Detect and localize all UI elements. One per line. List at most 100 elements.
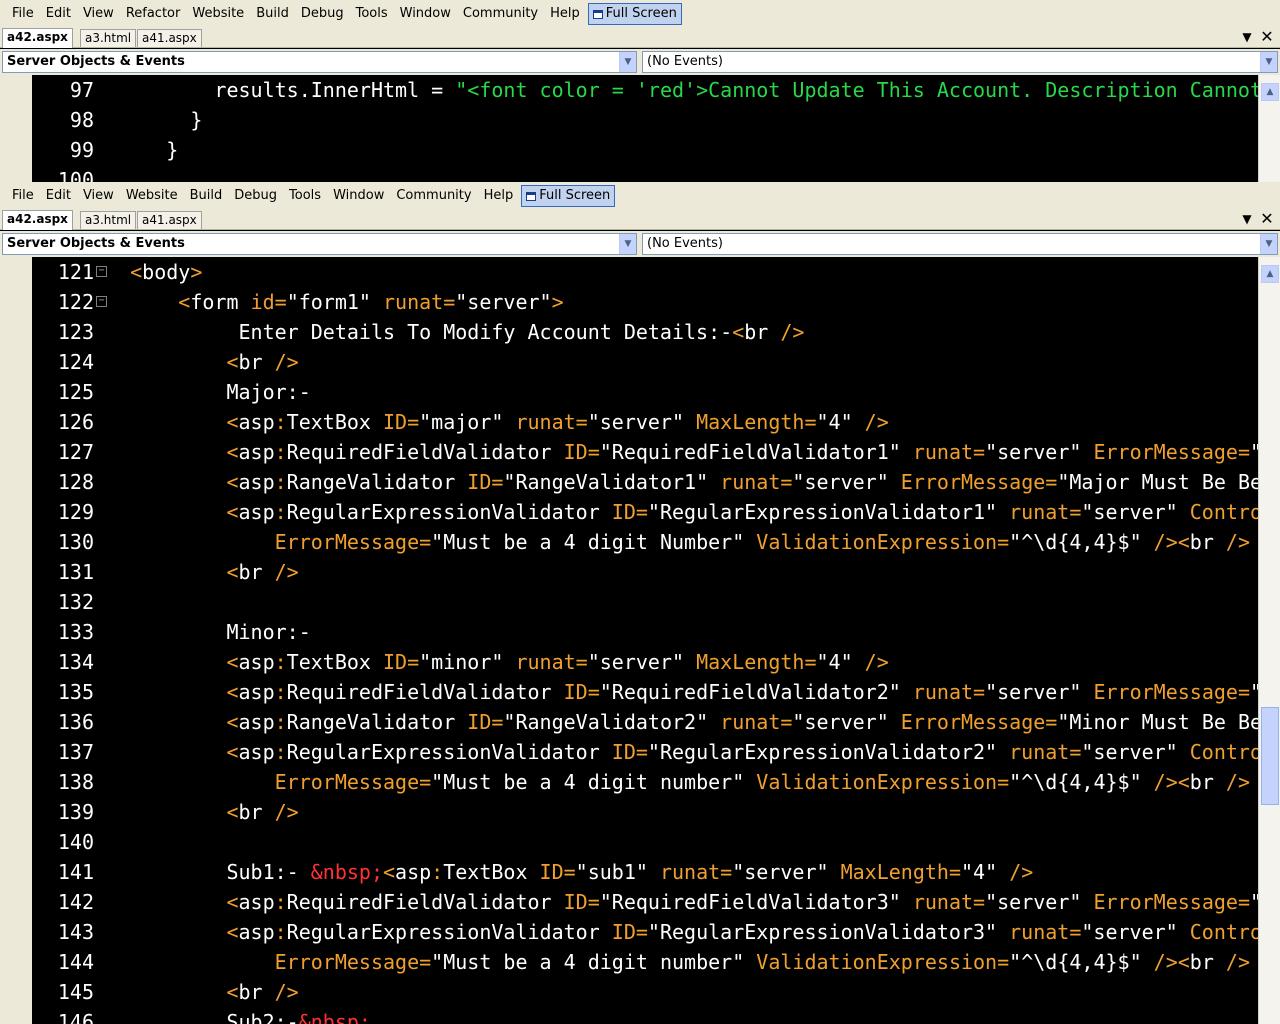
code-line[interactable]: 122 <form id="form1" runat="server">: [32, 287, 564, 317]
scrollbar-thumb[interactable]: [1261, 707, 1279, 805]
chevron-down-icon[interactable]: ▼: [1260, 234, 1277, 254]
code-line[interactable]: 140: [32, 827, 118, 857]
code-line[interactable]: 144 ErrorMessage="Must be a 4 digit numb…: [32, 947, 1250, 977]
code-line[interactable]: 100: [32, 165, 118, 182]
menu-item-edit[interactable]: Edit: [40, 3, 77, 25]
menu-item-tools[interactable]: Tools: [283, 185, 327, 207]
chevron-down-icon[interactable]: ▼: [619, 234, 636, 254]
menu-item-view[interactable]: View: [77, 3, 120, 25]
scroll-up-icon[interactable]: ▲: [1261, 83, 1279, 101]
tab-list-dropdown-icon[interactable]: ▼: [1238, 210, 1256, 230]
menu-item-debug[interactable]: Debug: [295, 3, 350, 25]
code-line[interactable]: 142 <asp:RequiredFieldValidator ID="Requ…: [32, 887, 1258, 917]
code-token: MaxLength=: [696, 650, 817, 674]
code-line[interactable]: 134 <asp:TextBox ID="minor" runat="serve…: [32, 647, 889, 677]
code-line[interactable]: 124 <br />: [32, 347, 299, 377]
code-token: ErrorMessage=: [900, 470, 1058, 494]
menu-item-community[interactable]: Community: [457, 3, 544, 25]
code-line[interactable]: 125 Major:-: [32, 377, 311, 407]
vertical-scrollbar-top[interactable]: ▲: [1258, 75, 1280, 182]
code-line[interactable]: 123 Enter Details To Modify Account Deta…: [32, 317, 805, 347]
code-line[interactable]: 132: [32, 587, 118, 617]
objects-dropdown-top[interactable]: Server Objects & Events ▼: [2, 51, 637, 73]
code-line[interactable]: 130 ErrorMessage="Must be a 4 digit Numb…: [32, 527, 1250, 557]
objects-dropdown-bottom[interactable]: Server Objects & Events ▼: [2, 233, 637, 255]
full-screen-button-bottom[interactable]: Full Screen: [521, 185, 616, 207]
menu-item-website[interactable]: Website: [120, 185, 184, 207]
chevron-down-icon[interactable]: ▼: [1260, 52, 1277, 72]
code-token: "4": [816, 650, 865, 674]
menu-item-build[interactable]: Build: [250, 3, 295, 25]
code-token: runat=: [720, 710, 793, 734]
code-line[interactable]: 141 Sub1:- &nbsp;<asp:TextBox ID="sub1" …: [32, 857, 1033, 887]
code-line[interactable]: 121 <body>: [32, 257, 203, 287]
code-line[interactable]: 128 <asp:RangeValidator ID="RangeValidat…: [32, 467, 1258, 497]
code-token: TextBox: [443, 860, 540, 884]
menu-item-window[interactable]: Window: [327, 185, 390, 207]
code-token: }: [190, 108, 203, 132]
code-line[interactable]: 98 }: [32, 105, 202, 135]
menu-item-tools[interactable]: Tools: [350, 3, 394, 25]
code-line[interactable]: 137 <asp:RegularExpressionValidator ID="…: [32, 737, 1258, 767]
menu-item-window[interactable]: Window: [394, 3, 457, 25]
code-line[interactable]: 97 results.InnerHtml = "<font color = 'r…: [32, 75, 1258, 105]
menu-item-build[interactable]: Build: [184, 185, 229, 207]
full-screen-button-top[interactable]: Full Screen: [587, 3, 682, 25]
code-token: runat=: [383, 290, 456, 314]
events-dropdown-top[interactable]: (No Events) ▼: [642, 51, 1278, 73]
vertical-scrollbar-bottom[interactable]: ▲: [1258, 257, 1280, 1024]
code-line[interactable]: 138 ErrorMessage="Must be a 4 digit numb…: [32, 767, 1250, 797]
tab-a41-aspx[interactable]: a41.aspx: [137, 211, 202, 229]
menu-item-edit[interactable]: Edit: [40, 185, 77, 207]
document-tabs-top: a42.aspx a3.html a41.aspx ▼ ✕: [0, 28, 1280, 48]
code-line[interactable]: 139 <br />: [32, 797, 299, 827]
menu-item-help[interactable]: Help: [544, 3, 586, 25]
menu-item-file[interactable]: File: [6, 3, 40, 25]
code-line[interactable]: 135 <asp:RequiredFieldValidator ID="Requ…: [32, 677, 1258, 707]
code-editor-bottom[interactable]: − − 121 <body> 122 <form id="form1" runat…: [0, 257, 1280, 1024]
code-line[interactable]: 129 <asp:RegularExpressionValidator ID="…: [32, 497, 1258, 527]
code-token: "Must be a 4 digit number": [431, 770, 757, 794]
code-line[interactable]: 99 }: [32, 135, 178, 165]
menu-item-debug[interactable]: Debug: [228, 185, 283, 207]
line-number: 124: [57, 350, 94, 374]
code-token: />: [1225, 530, 1250, 554]
close-tab-icon[interactable]: ✕: [1258, 28, 1276, 48]
code-token: Sub2:-: [226, 1010, 299, 1024]
menu-item-refactor[interactable]: Refactor: [120, 3, 187, 25]
code-token: "server": [1081, 920, 1190, 944]
menu-item-help[interactable]: Help: [478, 185, 520, 207]
code-token: :: [431, 860, 444, 884]
scroll-up-icon[interactable]: ▲: [1261, 265, 1279, 283]
code-line[interactable]: 146 Sub2:-&nbsp;: [32, 1007, 371, 1024]
code-token: asp: [238, 710, 275, 734]
code-line[interactable]: 127 <asp:RequiredFieldValidator ID="Requ…: [32, 437, 1258, 467]
code-editor-top[interactable]: 97 results.InnerHtml = "<font color = 'r…: [0, 75, 1280, 182]
menu-item-website[interactable]: Website: [186, 3, 250, 25]
menu-item-file[interactable]: File: [6, 185, 40, 207]
menu-item-view[interactable]: View: [77, 185, 120, 207]
code-token: "^\d{4,4}$": [1009, 950, 1154, 974]
tab-a42-aspx[interactable]: a42.aspx: [2, 28, 73, 48]
tab-a41-aspx[interactable]: a41.aspx: [137, 29, 202, 47]
menu-item-community[interactable]: Community: [390, 185, 477, 207]
objects-dropdown-value: Server Objects & Events: [7, 54, 185, 69]
tab-a42-aspx[interactable]: a42.aspx: [2, 210, 73, 230]
tab-a3-html[interactable]: a3.html: [80, 29, 137, 47]
code-token: ID=: [611, 500, 648, 524]
code-line[interactable]: 136 <asp:RangeValidator ID="RangeValidat…: [32, 707, 1258, 737]
close-tab-icon[interactable]: ✕: [1258, 210, 1276, 230]
code-line[interactable]: 126 <asp:TextBox ID="major" runat="serve…: [32, 407, 889, 437]
code-line[interactable]: 143 <asp:RegularExpressionValidator ID="…: [32, 917, 1258, 947]
tab-a3-html[interactable]: a3.html: [80, 211, 137, 229]
tab-list-dropdown-icon[interactable]: ▼: [1238, 28, 1256, 48]
code-token: id=: [250, 290, 287, 314]
chevron-down-icon[interactable]: ▼: [619, 52, 636, 72]
code-line[interactable]: 145 <br />: [32, 977, 299, 1007]
code-line[interactable]: 131 <br />: [32, 557, 299, 587]
code-line[interactable]: 133 Minor:-: [32, 617, 311, 647]
events-dropdown-bottom[interactable]: (No Events) ▼: [642, 233, 1278, 255]
